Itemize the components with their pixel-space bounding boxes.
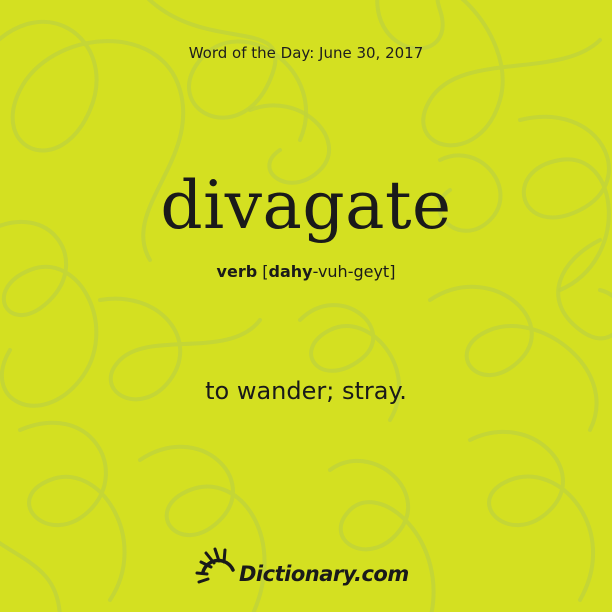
pronunciation-bracket-close: ] [389,262,396,281]
word-of-the-day-date: Word of the Day: June 30, 2017 [188,44,424,62]
part-of-speech: verb [216,262,258,281]
pronunciation-line: verb [dahy-vuh-geyt] [0,262,612,281]
sunburst-logo-icon [195,547,235,584]
definition: to wander; stray. [205,377,407,405]
brand-name: Dictionary.com [239,562,409,586]
headword: divagate [160,167,452,244]
swirl-pattern-background [0,0,612,612]
word-of-the-day-card: Word of the Day: June 30, 2017 divagate … [0,0,612,612]
pronunciation-stressed-syllable: dahy [268,262,313,281]
pronunciation-rest: -vuh-geyt [312,262,390,281]
dictionary-logo: Dictionary.com [195,546,425,594]
